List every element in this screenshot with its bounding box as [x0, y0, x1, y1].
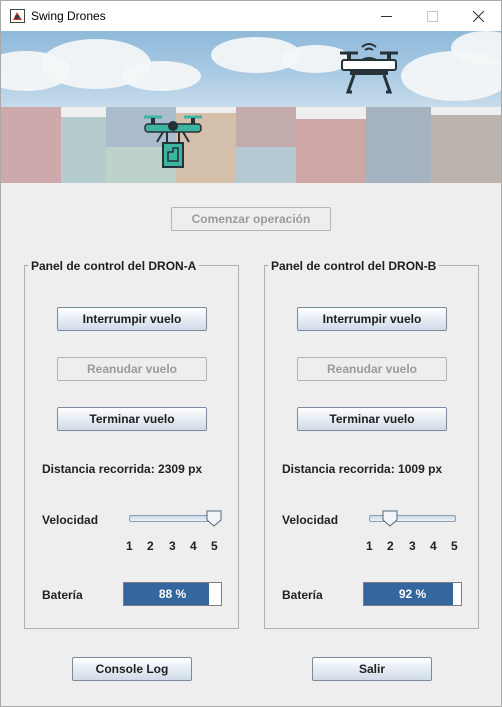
- drone-a-speed-tick-2: 2: [147, 539, 154, 553]
- drone-a-speed-tick-5: 5: [211, 539, 218, 553]
- maximize-icon: [426, 10, 438, 22]
- drone-b-resume-button[interactable]: Reanudar vuelo: [297, 357, 447, 381]
- drone-a-speed-slider-track[interactable]: [129, 515, 216, 522]
- drone-a-battery-bar: 88 %: [123, 582, 222, 606]
- drone-b-distance-label: Distancia recorrida: 1009 px: [282, 462, 443, 476]
- drone-b-speed-tick-2: 2: [387, 539, 394, 553]
- drone-b-panel-title: Panel de control del DRON-B: [268, 259, 440, 273]
- drone-a-panel-title: Panel de control del DRON-A: [28, 259, 200, 273]
- drone-b-battery-label: Batería: [282, 588, 323, 602]
- window-title: Swing Drones: [31, 9, 106, 23]
- drone-b-interrupt-button[interactable]: Interrumpir vuelo: [297, 307, 447, 331]
- drone-b-battery-text: 92 %: [398, 587, 427, 601]
- drone-a-battery-text: 88 %: [158, 587, 187, 601]
- drone-a-battery-label: Batería: [42, 588, 83, 602]
- start-operation-button[interactable]: Comenzar operación: [171, 207, 331, 231]
- close-icon: [472, 10, 484, 22]
- drone-b-speed-label: Velocidad: [282, 513, 339, 527]
- drone-b-finish-button[interactable]: Terminar vuelo: [297, 407, 447, 431]
- app-window: Swing Drones Comenzar operación Panel de…: [0, 0, 502, 707]
- app-icon: [10, 9, 25, 23]
- drone-b-speed-tick-5: 5: [451, 539, 458, 553]
- sky-background: [1, 31, 501, 107]
- close-button[interactable]: [455, 1, 501, 31]
- drone-b-speed-tick-4: 4: [430, 539, 437, 553]
- console-log-button[interactable]: Console Log: [72, 657, 192, 681]
- drone-icon: [340, 43, 398, 94]
- drone-b-speed-tick-1: 1: [366, 539, 373, 553]
- drone-a-speed-slider-thumb[interactable]: [206, 510, 222, 527]
- drone-a-distance-label: Distancia recorrida: 2309 px: [42, 462, 203, 476]
- drone-a-interrupt-button[interactable]: Interrumpir vuelo: [57, 307, 207, 331]
- drone-a-speed-label: Velocidad: [42, 513, 99, 527]
- drone-a-resume-button[interactable]: Reanudar vuelo: [57, 357, 207, 381]
- drone-a-finish-button[interactable]: Terminar vuelo: [57, 407, 207, 431]
- drone-a-speed-tick-1: 1: [126, 539, 133, 553]
- drone-a-speed-tick-4: 4: [190, 539, 197, 553]
- drone-a-speed-tick-3: 3: [169, 539, 176, 553]
- delivery-drone-icon: [144, 115, 202, 168]
- minimize-button[interactable]: [363, 1, 409, 31]
- drone-b-speed-tick-3: 3: [409, 539, 416, 553]
- maximize-button[interactable]: [409, 1, 455, 31]
- drone-b-speed-slider-thumb[interactable]: [382, 510, 398, 527]
- title-bar: Swing Drones: [1, 1, 501, 31]
- banner-image: [1, 31, 501, 183]
- exit-button[interactable]: Salir: [312, 657, 432, 681]
- drone-b-battery-bar: 92 %: [363, 582, 462, 606]
- container-yard: [1, 107, 501, 183]
- minimize-icon: [380, 15, 392, 17]
